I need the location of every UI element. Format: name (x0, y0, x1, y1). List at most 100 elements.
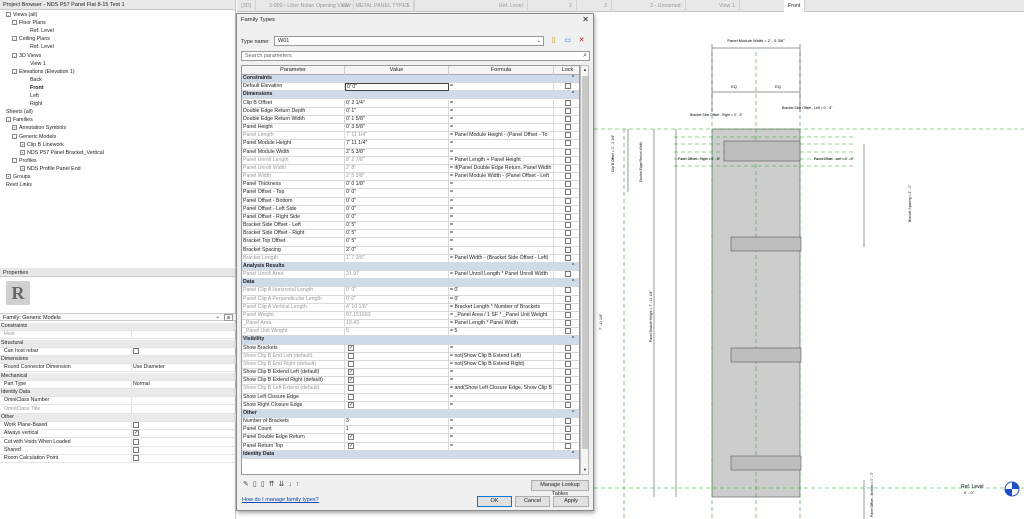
parameter-formula[interactable]: = and(Show Left Closure Edge, Show Clip … (449, 385, 554, 394)
property-value[interactable] (131, 397, 236, 405)
parameter-value[interactable]: ✓ (345, 369, 449, 378)
parameter-formula[interactable]: = not(Show Clip B Extend Left) (449, 352, 554, 361)
parameter-group[interactable]: Data ⌃ (242, 279, 579, 288)
lock-checkbox[interactable] (565, 426, 571, 433)
value-checkbox[interactable]: ✓ (348, 434, 354, 441)
parameter-formula[interactable]: = 0' (449, 295, 554, 304)
parameter-formula[interactable]: = Bracket Length * Number of Brackets (449, 303, 554, 312)
value-checkbox[interactable]: ✓ (348, 344, 354, 351)
parameter-formula[interactable]: = Panel Unroll Length * Panel Unroll Wid… (449, 271, 554, 280)
tree-node[interactable]: + NDS P57 Panel Bracket_Vertical (20, 150, 104, 157)
lock-checkbox[interactable] (565, 189, 571, 196)
lock-checkbox[interactable] (565, 344, 571, 351)
view-tab[interactable]: Front (784, 0, 806, 12)
parameter-formula[interactable]: = (449, 213, 554, 222)
expand-icon[interactable]: + (12, 125, 17, 131)
parameter-value[interactable]: 0' 1 5/8" (345, 115, 449, 124)
manage-lookup-tables-button[interactable]: Manage Lookup Tables (531, 480, 589, 497)
expand-icon[interactable]: + (20, 141, 25, 147)
tree-node[interactable]: + Groups (6, 174, 30, 181)
edit-type-icon[interactable]: ⊞ (224, 314, 233, 321)
collapse-group-icon[interactable]: ⌃ (570, 336, 579, 344)
property-checkbox[interactable] (133, 347, 139, 354)
lock-checkbox[interactable] (565, 156, 571, 163)
parameter-value[interactable] (345, 393, 449, 402)
apply-button[interactable]: Apply (553, 496, 589, 507)
parameter-formula[interactable]: = (449, 124, 554, 133)
parameter-value[interactable]: 21.97 (345, 271, 449, 280)
scroll-down-icon[interactable]: ▼ (581, 466, 589, 474)
value-checkbox[interactable] (348, 393, 354, 400)
property-checkbox[interactable]: ✓ (133, 430, 139, 437)
property-value[interactable] (131, 438, 236, 446)
parameter-formula[interactable]: = (449, 205, 554, 214)
parameter-value[interactable]: 7' 11 1/4" (345, 132, 449, 141)
tree-node[interactable]: Back (30, 77, 42, 84)
parameter-formula[interactable]: = (449, 107, 554, 116)
property-checkbox[interactable] (133, 455, 139, 461)
new-parameter-icon[interactable]: ▯ (253, 481, 261, 488)
parameter-formula[interactable]: = (449, 222, 554, 231)
collapse-icon[interactable]: - (12, 68, 17, 74)
property-section[interactable]: Constraints (0, 323, 236, 332)
parameter-value[interactable]: 0' 5" (345, 238, 449, 247)
parameter-value[interactable]: 2' 8" (345, 164, 449, 173)
parameter-value[interactable]: 0' 3 5/8" (345, 124, 449, 133)
grid-scrollbar[interactable]: ▲ ▼ (580, 65, 589, 475)
property-value[interactable] (131, 347, 236, 355)
close-icon[interactable]: ✕ (582, 15, 589, 24)
parameter-value[interactable]: ✓ (345, 344, 449, 353)
tree-node[interactable]: Ref. Level (30, 44, 54, 51)
parameter-value[interactable] (345, 352, 449, 361)
parameter-formula[interactable]: = (449, 246, 554, 255)
value-checkbox[interactable] (348, 385, 354, 392)
parameter-value[interactable]: ✓ (345, 442, 449, 451)
collapse-group-icon[interactable]: ⌃ (570, 91, 579, 99)
lock-checkbox[interactable] (565, 418, 571, 425)
lock-checkbox[interactable] (565, 401, 571, 408)
tree-node[interactable]: - Floor Plans (12, 20, 46, 27)
tree-node[interactable]: + Clip B Linework (20, 142, 64, 149)
view-tab[interactable]: 3 (600, 0, 612, 12)
lock-checkbox[interactable] (565, 303, 571, 310)
lock-checkbox[interactable] (565, 238, 571, 245)
collapse-group-icon[interactable]: ⌃ (570, 263, 579, 271)
tree-node[interactable]: - Elevations (Elevation 1) (12, 69, 75, 76)
type-name-dropdown[interactable]: W01 ⌄ (274, 36, 544, 46)
lock-checkbox[interactable] (565, 442, 571, 449)
parameter-value[interactable]: 5 (345, 328, 449, 337)
tree-node[interactable]: - Views (all) (6, 12, 37, 19)
parameter-formula[interactable]: = (449, 442, 554, 451)
parameter-value[interactable] (345, 385, 449, 394)
parameter-value[interactable]: 4' 10 1/8" (345, 303, 449, 312)
parameter-formula[interactable]: = (449, 238, 554, 247)
parameter-formula[interactable]: = Panel Length + Panel Height (449, 156, 554, 165)
value-checkbox[interactable] (348, 352, 354, 359)
parameter-value[interactable]: ✓ (345, 377, 449, 386)
tree-node[interactable]: Ref. Level (30, 28, 54, 35)
parameter-value[interactable]: 0' 0" (345, 295, 449, 304)
parameter-group[interactable]: Analysis Results ⌃ (242, 262, 579, 272)
move-up-icon[interactable]: ⇈ (269, 481, 279, 488)
parameter-group[interactable]: Identity Data ⌃ (242, 450, 579, 459)
lock-checkbox[interactable] (565, 377, 571, 384)
help-link[interactable]: How do I manage family types? (242, 497, 319, 503)
view-tab[interactable]: 3 - Unnamed (646, 0, 686, 12)
lock-checkbox[interactable] (565, 385, 571, 392)
property-section[interactable]: Dimensions (0, 356, 236, 365)
parameter-formula[interactable]: = (449, 197, 554, 206)
parameter-value[interactable]: 0' 0" (345, 197, 449, 206)
parameter-value[interactable]: 0' 5" (345, 230, 449, 239)
parameter-formula[interactable]: = (449, 99, 554, 108)
tree-node[interactable]: Sheets (all) (6, 109, 33, 116)
parameter-value[interactable]: 2' 0" (345, 246, 449, 255)
collapse-icon[interactable]: - (12, 36, 17, 42)
parameter-value[interactable]: ✓ (345, 434, 449, 443)
col-value[interactable]: Value (345, 66, 449, 75)
parameter-value[interactable]: 2' 5 3/8" (345, 148, 449, 157)
property-value[interactable] (131, 455, 236, 462)
scroll-up-icon[interactable]: ▲ (581, 66, 589, 74)
parameter-value[interactable]: 0' 0" (345, 205, 449, 214)
lock-checkbox[interactable] (565, 287, 571, 294)
tree-node[interactable]: - Ceiling Plans (12, 36, 50, 43)
